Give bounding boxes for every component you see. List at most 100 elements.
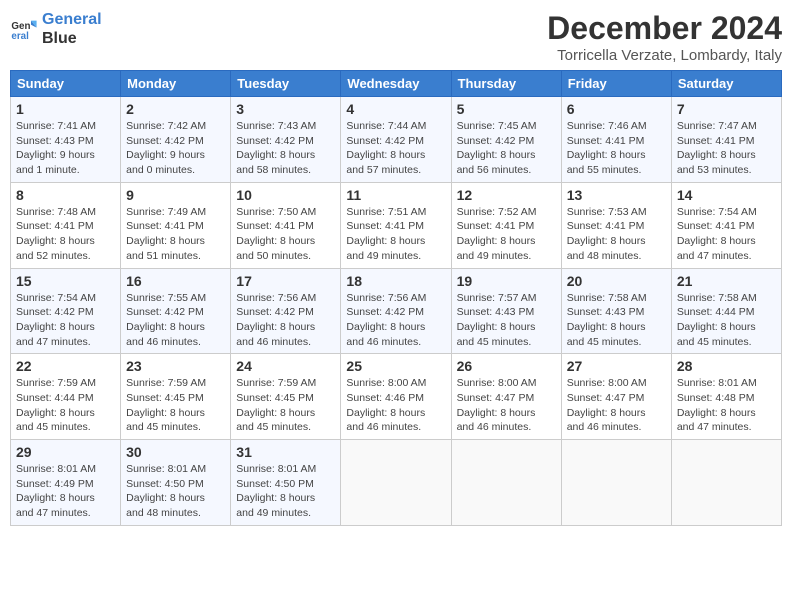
day-number: 5	[457, 101, 556, 117]
calendar-cell: 17 Sunrise: 7:56 AMSunset: 4:42 PMDayligh…	[231, 268, 341, 354]
day-number: 12	[457, 187, 556, 203]
weekday-header-thursday: Thursday	[451, 71, 561, 97]
day-number: 1	[16, 101, 115, 117]
calendar-cell	[561, 440, 671, 526]
logo-line1: General	[42, 10, 102, 29]
day-info: Sunrise: 8:00 AMSunset: 4:47 PMDaylight:…	[457, 376, 556, 435]
day-number: 28	[677, 358, 776, 374]
calendar-week-5: 29 Sunrise: 8:01 AMSunset: 4:49 PMDayligh…	[11, 440, 782, 526]
day-info: Sunrise: 7:59 AMSunset: 4:45 PMDaylight:…	[126, 376, 225, 435]
weekday-header-friday: Friday	[561, 71, 671, 97]
calendar-cell	[671, 440, 781, 526]
day-number: 26	[457, 358, 556, 374]
day-number: 29	[16, 444, 115, 460]
svg-text:eral: eral	[11, 31, 29, 42]
day-info: Sunrise: 7:43 AMSunset: 4:42 PMDaylight:…	[236, 119, 335, 178]
logo-line2: Blue	[42, 29, 102, 48]
day-info: Sunrise: 7:52 AMSunset: 4:41 PMDaylight:…	[457, 205, 556, 264]
day-number: 2	[126, 101, 225, 117]
day-info: Sunrise: 7:58 AMSunset: 4:43 PMDaylight:…	[567, 291, 666, 350]
calendar-cell: 6 Sunrise: 7:46 AMSunset: 4:41 PMDaylight…	[561, 97, 671, 183]
day-info: Sunrise: 7:55 AMSunset: 4:42 PMDaylight:…	[126, 291, 225, 350]
day-info: Sunrise: 7:47 AMSunset: 4:41 PMDaylight:…	[677, 119, 776, 178]
day-info: Sunrise: 8:01 AMSunset: 4:49 PMDaylight:…	[16, 462, 115, 521]
calendar-cell: 24Sunrise: 7:59 AMSunset: 4:45 PMDayligh…	[231, 354, 341, 440]
calendar-cell: 23Sunrise: 7:59 AMSunset: 4:45 PMDayligh…	[121, 354, 231, 440]
day-number: 3	[236, 101, 335, 117]
calendar-cell: 5Sunrise: 7:45 AMSunset: 4:42 PMDaylight…	[451, 97, 561, 183]
day-number: 31	[236, 444, 335, 460]
calendar-cell: 8Sunrise: 7:48 AMSunset: 4:41 PMDaylight…	[11, 182, 121, 268]
day-number: 14	[677, 187, 776, 203]
weekday-header-tuesday: Tuesday	[231, 71, 341, 97]
title-area: December 2024 Torricella Verzate, Lombar…	[547, 10, 782, 64]
calendar-cell: 28 Sunrise: 8:01 AMSunset: 4:48 PMDayligh…	[671, 354, 781, 440]
day-info: Sunrise: 7:51 AMSunset: 4:41 PMDaylight:…	[346, 205, 445, 264]
weekday-header-wednesday: Wednesday	[341, 71, 451, 97]
calendar-cell: 1 Sunrise: 7:41 AMSunset: 4:43 PMDaylight…	[11, 97, 121, 183]
calendar-cell: 22 Sunrise: 7:59 AMSunset: 4:44 PMDayligh…	[11, 354, 121, 440]
day-number: 16	[126, 273, 225, 289]
day-info: Sunrise: 8:01 AMSunset: 4:48 PMDaylight:…	[677, 376, 776, 435]
day-number: 7	[677, 101, 776, 117]
day-number: 27	[567, 358, 666, 374]
day-number: 22	[16, 358, 115, 374]
day-number: 18	[346, 273, 445, 289]
day-info: Sunrise: 7:46 AMSunset: 4:41 PMDaylight:…	[567, 119, 666, 178]
day-info: Sunrise: 7:48 AMSunset: 4:41 PMDaylight:…	[16, 205, 115, 264]
calendar-cell: 31Sunrise: 8:01 AMSunset: 4:50 PMDayligh…	[231, 440, 341, 526]
day-info: Sunrise: 7:49 AMSunset: 4:41 PMDaylight:…	[126, 205, 225, 264]
day-info: Sunrise: 7:59 AMSunset: 4:44 PMDaylight:…	[16, 376, 115, 435]
calendar-cell: 16 Sunrise: 7:55 AMSunset: 4:42 PMDayligh…	[121, 268, 231, 354]
weekday-header-saturday: Saturday	[671, 71, 781, 97]
calendar-cell: 19Sunrise: 7:57 AMSunset: 4:43 PMDayligh…	[451, 268, 561, 354]
day-info: Sunrise: 7:42 AMSunset: 4:42 PMDaylight:…	[126, 119, 225, 178]
weekday-header-sunday: Sunday	[11, 71, 121, 97]
header: Gen eral General Blue December 2024 Torr…	[10, 10, 782, 64]
calendar-week-1: 1 Sunrise: 7:41 AMSunset: 4:43 PMDaylight…	[11, 97, 782, 183]
calendar-cell: 27 Sunrise: 8:00 AMSunset: 4:47 PMDayligh…	[561, 354, 671, 440]
day-number: 11	[346, 187, 445, 203]
calendar-cell: 3 Sunrise: 7:43 AMSunset: 4:42 PMDaylight…	[231, 97, 341, 183]
calendar-cell: 20Sunrise: 7:58 AMSunset: 4:43 PMDayligh…	[561, 268, 671, 354]
day-number: 19	[457, 273, 556, 289]
day-info: Sunrise: 7:58 AMSunset: 4:44 PMDaylight:…	[677, 291, 776, 350]
day-info: Sunrise: 7:50 AMSunset: 4:41 PMDaylight:…	[236, 205, 335, 264]
day-number: 30	[126, 444, 225, 460]
day-info: Sunrise: 7:56 AMSunset: 4:42 PMDaylight:…	[236, 291, 335, 350]
calendar-cell: 12 Sunrise: 7:52 AMSunset: 4:41 PMDayligh…	[451, 182, 561, 268]
day-info: Sunrise: 8:01 AMSunset: 4:50 PMDaylight:…	[126, 462, 225, 521]
weekday-header-monday: Monday	[121, 71, 231, 97]
weekday-header-row: SundayMondayTuesdayWednesdayThursdayFrid…	[11, 71, 782, 97]
day-number: 9	[126, 187, 225, 203]
day-number: 24	[236, 358, 335, 374]
calendar-cell: 7 Sunrise: 7:47 AMSunset: 4:41 PMDaylight…	[671, 97, 781, 183]
day-number: 25	[346, 358, 445, 374]
day-info: Sunrise: 8:00 AMSunset: 4:47 PMDaylight:…	[567, 376, 666, 435]
day-info: Sunrise: 7:53 AMSunset: 4:41 PMDaylight:…	[567, 205, 666, 264]
calendar-cell: 2 Sunrise: 7:42 AMSunset: 4:42 PMDaylight…	[121, 97, 231, 183]
day-number: 4	[346, 101, 445, 117]
day-info: Sunrise: 7:54 AMSunset: 4:41 PMDaylight:…	[677, 205, 776, 264]
calendar-week-4: 22 Sunrise: 7:59 AMSunset: 4:44 PMDayligh…	[11, 354, 782, 440]
logo: Gen eral General Blue	[10, 10, 102, 48]
calendar-table: SundayMondayTuesdayWednesdayThursdayFrid…	[10, 70, 782, 526]
calendar-cell: 25Sunrise: 8:00 AMSunset: 4:46 PMDayligh…	[341, 354, 451, 440]
day-number: 21	[677, 273, 776, 289]
calendar-cell: 4 Sunrise: 7:44 AMSunset: 4:42 PMDaylight…	[341, 97, 451, 183]
day-info: Sunrise: 7:44 AMSunset: 4:42 PMDaylight:…	[346, 119, 445, 178]
calendar-cell	[341, 440, 451, 526]
day-info: Sunrise: 7:54 AMSunset: 4:42 PMDaylight:…	[16, 291, 115, 350]
day-info: Sunrise: 7:41 AMSunset: 4:43 PMDaylight:…	[16, 119, 115, 178]
calendar-cell: 10 Sunrise: 7:50 AMSunset: 4:41 PMDayligh…	[231, 182, 341, 268]
calendar-cell: 21 Sunrise: 7:58 AMSunset: 4:44 PMDayligh…	[671, 268, 781, 354]
calendar-cell: 15Sunrise: 7:54 AMSunset: 4:42 PMDayligh…	[11, 268, 121, 354]
calendar-cell	[451, 440, 561, 526]
day-number: 10	[236, 187, 335, 203]
location-subtitle: Torricella Verzate, Lombardy, Italy	[547, 47, 782, 64]
day-number: 17	[236, 273, 335, 289]
calendar-cell: 26 Sunrise: 8:00 AMSunset: 4:47 PMDayligh…	[451, 354, 561, 440]
calendar-week-2: 8Sunrise: 7:48 AMSunset: 4:41 PMDaylight…	[11, 182, 782, 268]
calendar-cell: 9 Sunrise: 7:49 AMSunset: 4:41 PMDaylight…	[121, 182, 231, 268]
day-number: 6	[567, 101, 666, 117]
